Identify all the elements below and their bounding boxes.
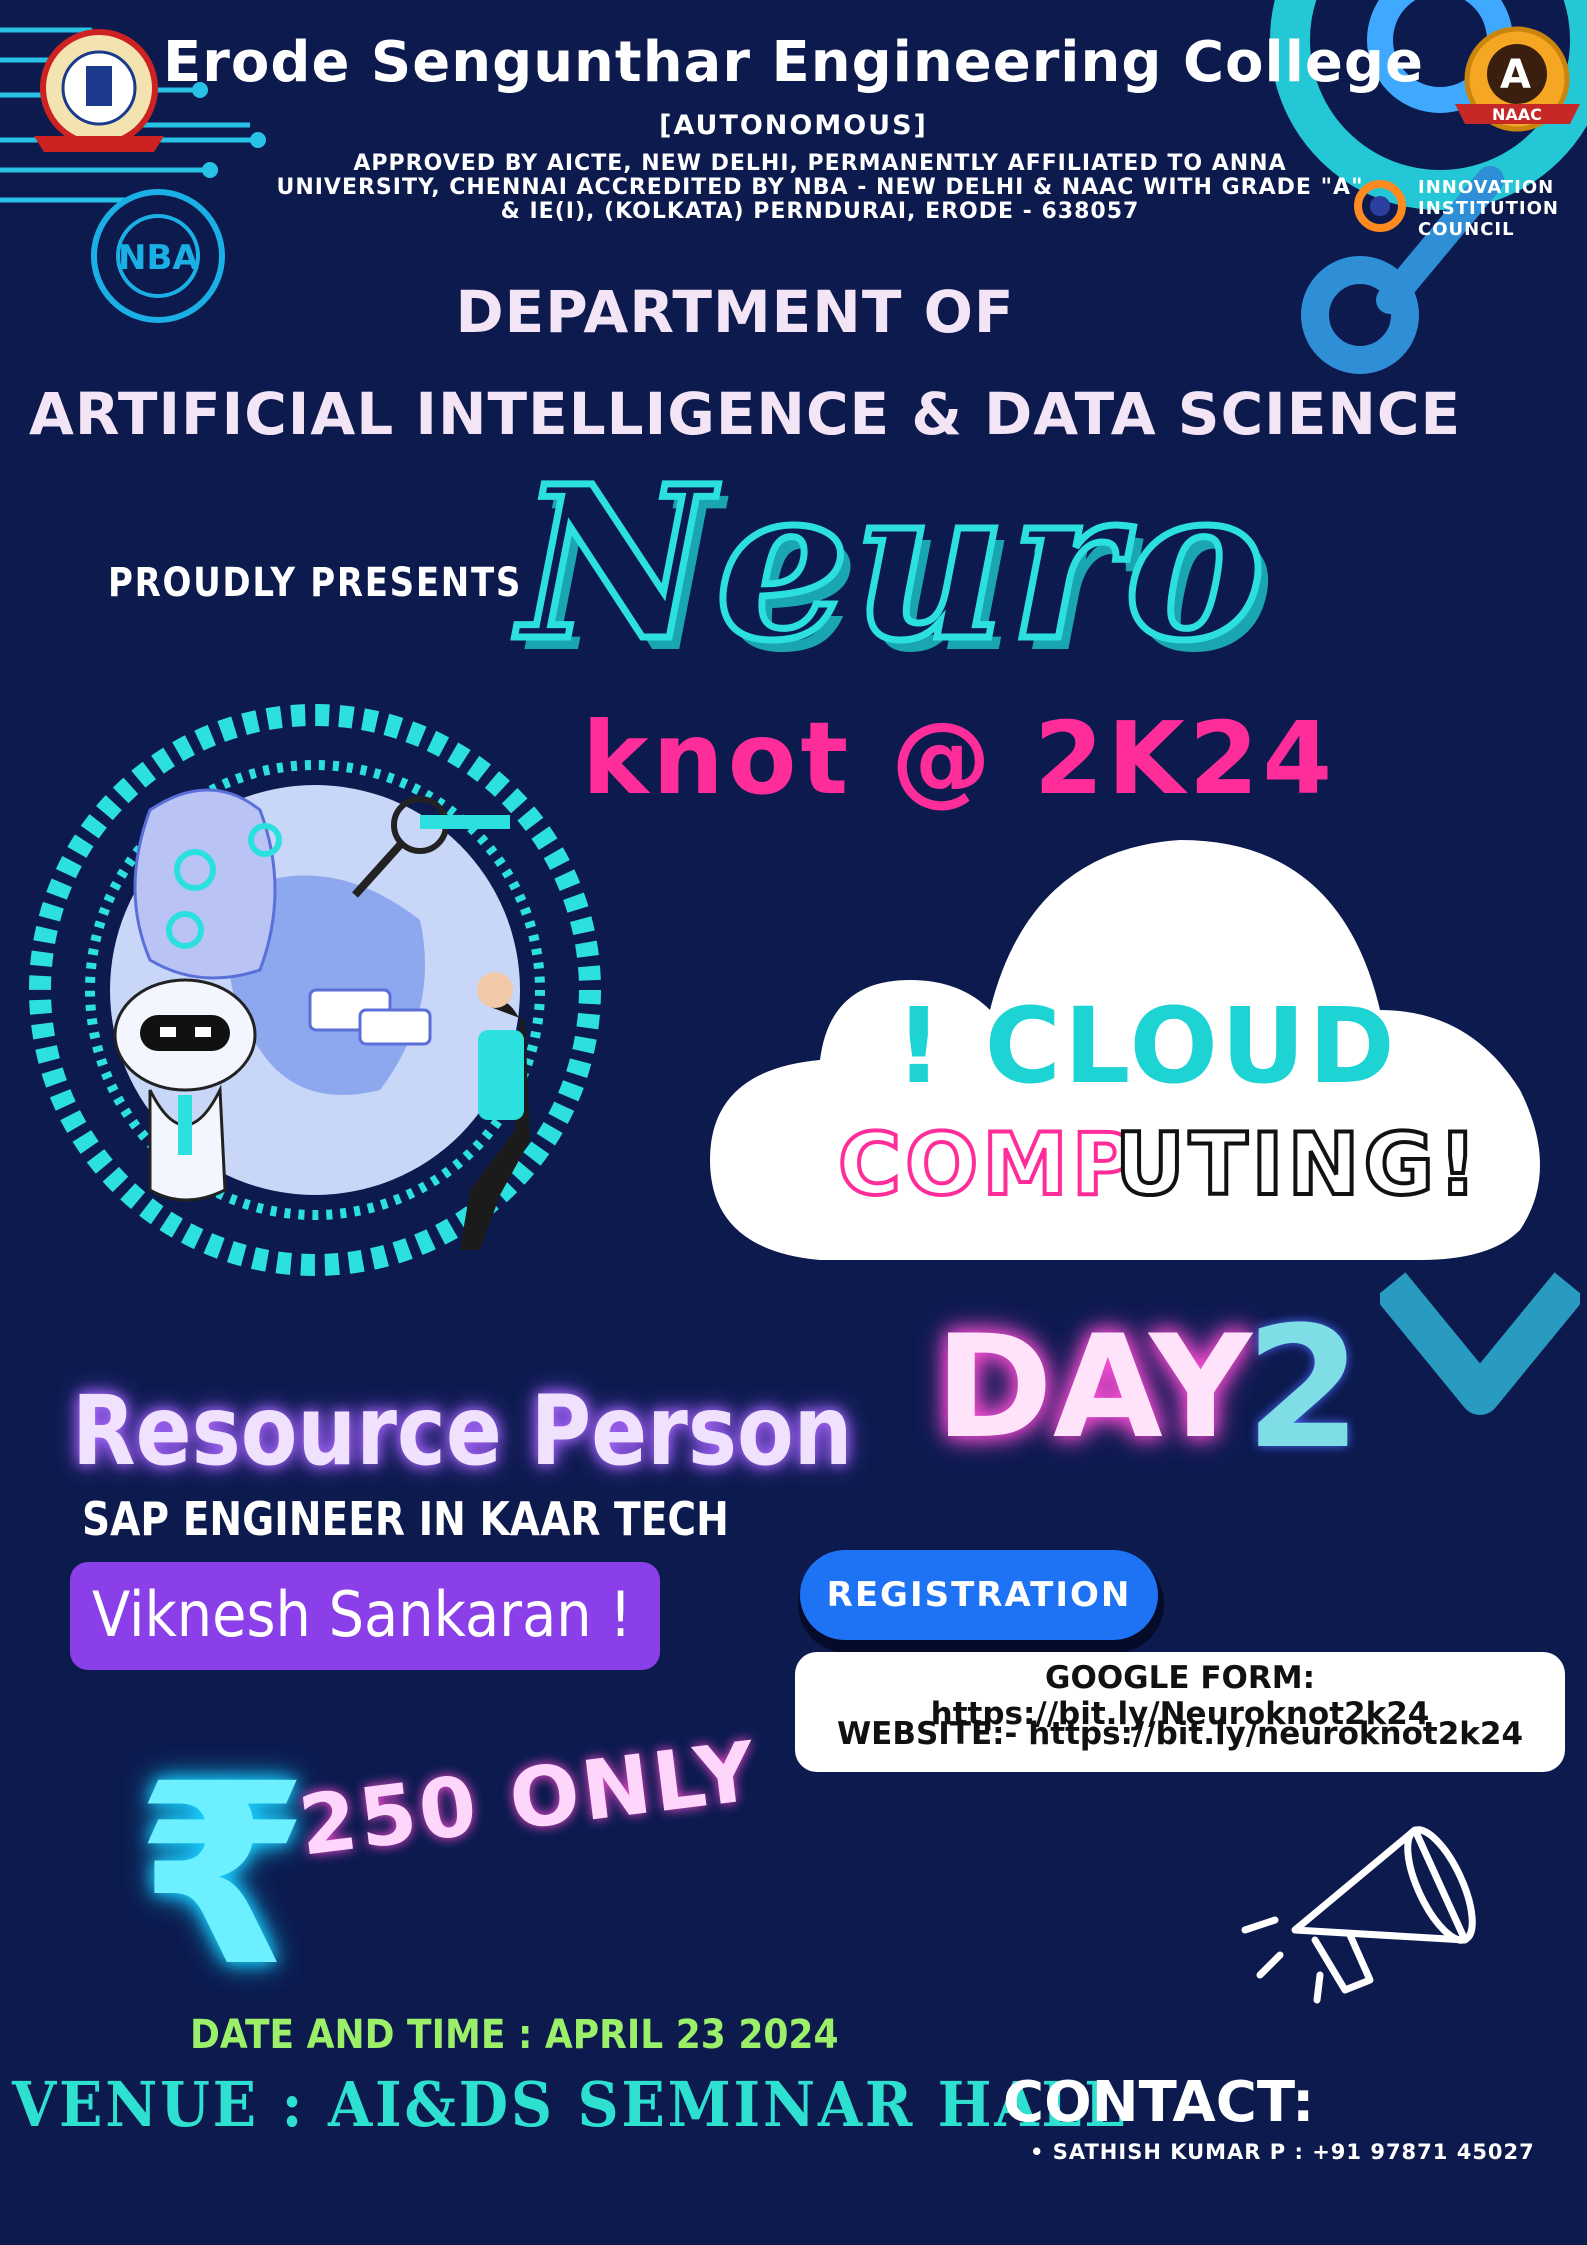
resource-person-heading: Resource Person: [72, 1375, 853, 1487]
chevron-down-icon: [1380, 1272, 1580, 1415]
department-heading: DEPARTMENT OF: [455, 278, 1015, 346]
iic-line-3: COUNCIL: [1418, 219, 1515, 240]
department-name: ARTIFICIAL INTELLIGENCE & DATA SCIENCE: [28, 380, 1462, 448]
ai-robot-illustration: [29, 704, 601, 1276]
day-label: DAY: [935, 1305, 1253, 1470]
resource-person-role: SAP ENGINEER IN KAAR TECH: [82, 1492, 729, 1546]
autonomous-label: [AUTONOMOUS]: [659, 110, 928, 141]
accreditation-text: APPROVED BY AICTE, NEW DELHI, PERMANENTL…: [260, 152, 1380, 224]
topic-line-2-part-2: UTING!: [1113, 1113, 1482, 1217]
topic-line-1: ! CLOUD: [895, 985, 1398, 1107]
event-subtitle: knot @ 2K24: [582, 700, 1337, 817]
accreditation-line-3: & IE(I), (KOLKATA) PERNDURAI, ERODE - 63…: [500, 199, 1140, 224]
registration-button[interactable]: REGISTRATION: [800, 1550, 1158, 1640]
rupee-icon: ₹: [135, 1730, 309, 2021]
accreditation-line-2: UNIVERSITY, CHENNAI ACCREDITED BY NBA - …: [276, 175, 1364, 200]
contact-label: CONTACT:: [1003, 2070, 1315, 2135]
accreditation-line-1: APPROVED BY AICTE, NEW DELHI, PERMANENTL…: [353, 151, 1287, 176]
event-title: Neuro: [517, 437, 1269, 691]
iic-text: INNOVATION INSTITUTION COUNCIL: [1418, 177, 1559, 240]
event-date-time: DATE AND TIME : APRIL 23 2024: [190, 2012, 839, 2058]
registration-fee: 250 ONLY: [294, 1724, 764, 1875]
event-venue: VENUE : AI&DS SEMINAR HALL: [12, 2068, 1128, 2141]
proudly-presents: PROUDLY PRESENTS: [108, 560, 523, 606]
day-number: 2: [1245, 1290, 1362, 1486]
contact-person[interactable]: • SATHISH KUMAR P : +91 97871 45027: [1030, 2140, 1535, 2164]
nba-logo-text: NBA: [118, 238, 199, 278]
resource-person-name: Viknesh Sankaran !: [92, 1578, 632, 1651]
iic-line-1: INNOVATION: [1418, 177, 1555, 198]
megaphone-icon: [1241, 1826, 1476, 2004]
iic-line-2: INSTITUTION: [1418, 198, 1559, 219]
topic-line-2-part-1: COMP: [836, 1113, 1139, 1217]
website-link[interactable]: WEBSITE:- https://bit.ly/neuroknot2k24: [795, 1716, 1565, 1752]
college-name: Erode Sengunthar Engineering College: [163, 30, 1424, 95]
